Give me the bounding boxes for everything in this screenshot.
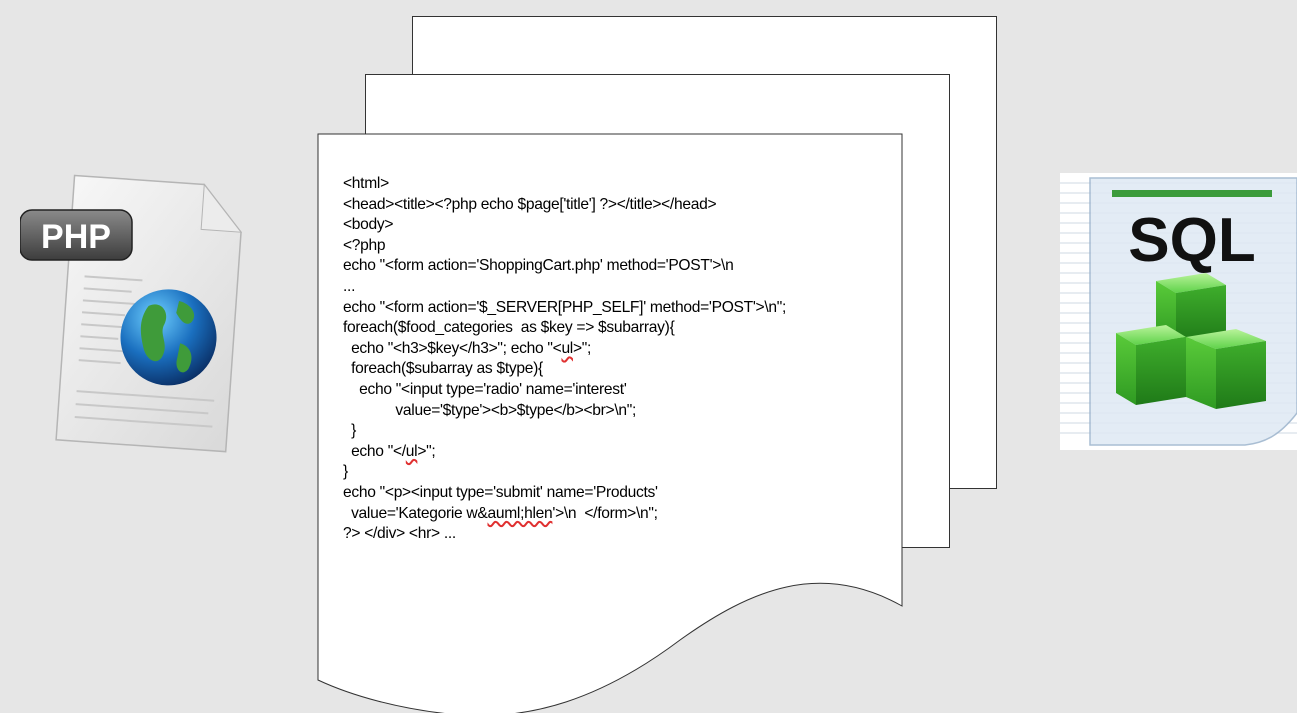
spellcheck-underline: ul bbox=[405, 442, 418, 460]
code-line: echo "</ul>"; bbox=[343, 442, 436, 460]
code-line: echo "<input type='radio' name='interest… bbox=[343, 380, 627, 398]
code-line: ... bbox=[343, 277, 356, 295]
code-line: <body> bbox=[343, 216, 394, 234]
code-line: echo "<p><input type='submit' name='Prod… bbox=[343, 483, 658, 501]
code-line: <html> bbox=[343, 175, 389, 192]
code-line: echo "<form action='ShoppingCart.php' me… bbox=[343, 257, 734, 275]
code-line: <head><title><?php echo $page['title'] ?… bbox=[343, 195, 717, 213]
php-badge-label: PHP bbox=[41, 218, 111, 256]
php-file-icon: PHP bbox=[20, 174, 243, 453]
code-line: } bbox=[343, 422, 356, 440]
code-line: foreach($food_categories as $key => $sub… bbox=[343, 319, 675, 337]
spellcheck-underline: auml;hlen bbox=[487, 504, 553, 522]
code-line: value='$type'><b>$type</b><br>\n"; bbox=[343, 401, 637, 419]
code-line: } bbox=[343, 463, 348, 481]
code-line: echo "<h3>$key</h3>"; echo "<ul>"; bbox=[343, 339, 592, 357]
code-line: <?php bbox=[343, 236, 386, 254]
code-line: foreach($subarray as $type){ bbox=[343, 360, 543, 378]
spellcheck-underline: ul bbox=[561, 339, 573, 357]
code-line: value='Kategorie w&auml;hlen'>\n </form>… bbox=[343, 504, 658, 522]
sql-label: SQL bbox=[1128, 206, 1255, 275]
sql-database-icon: SQL bbox=[1060, 173, 1297, 450]
code-listing: <html> <head><title><?php echo $page['ti… bbox=[343, 174, 913, 545]
code-line: echo "<form action='$_SERVER[PHP_SELF]' … bbox=[343, 298, 787, 316]
code-line: ?> </div> <hr> ... bbox=[343, 525, 456, 543]
